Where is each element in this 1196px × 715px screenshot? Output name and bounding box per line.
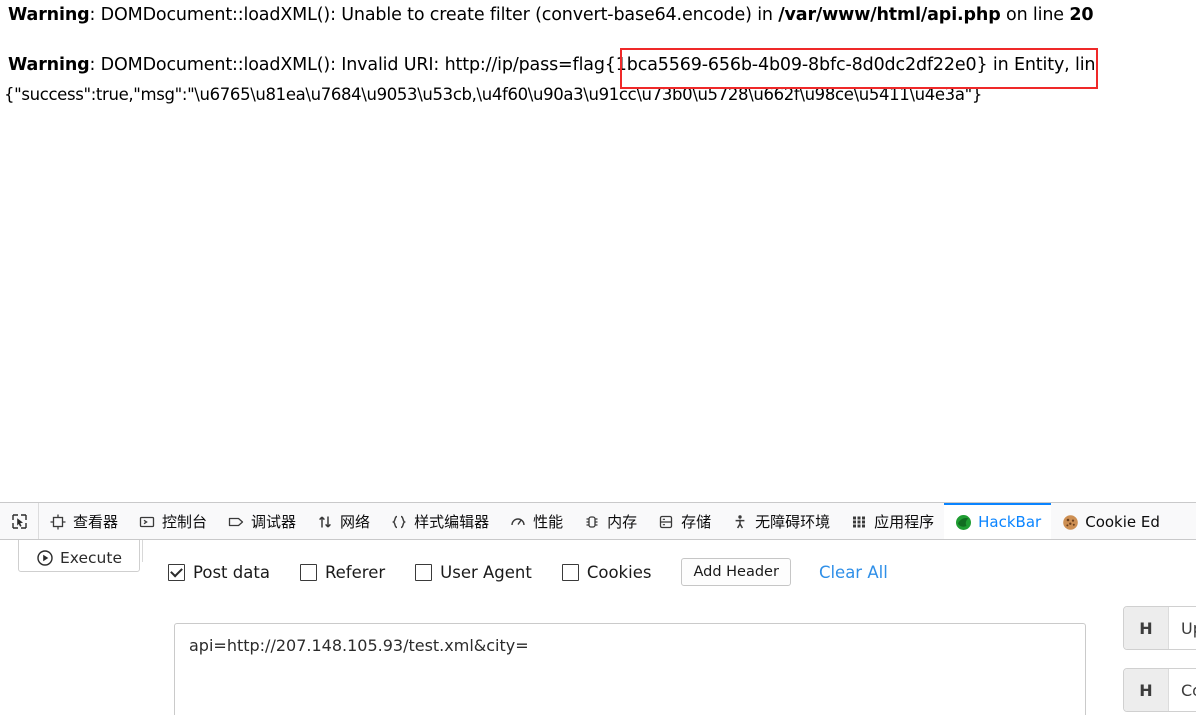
- warning-text-1a: : DOMDocument::loadXML(): Unable to crea…: [89, 5, 779, 25]
- tab-label: 样式编辑器: [414, 512, 490, 531]
- cookie-icon: [1061, 513, 1079, 531]
- tab-label: 控制台: [162, 512, 208, 531]
- checkbox-label: Referer: [324, 562, 386, 582]
- warning-path-1: /var/www/html/api.php: [778, 5, 1001, 25]
- tab-label: 无障碍环境: [755, 512, 831, 531]
- tab-label: 应用程序: [874, 512, 935, 531]
- checkbox-box: [299, 563, 317, 581]
- hackbar-panel: Execute Post data Referer User Agent Coo…: [0, 540, 1196, 715]
- inspector-icon: [49, 513, 67, 531]
- memory-icon: [583, 513, 601, 531]
- php-warning-line-2: Warning: DOMDocument::loadXML(): Invalid…: [8, 55, 1095, 75]
- network-icon: [316, 513, 334, 531]
- checkbox-user-agent[interactable]: User Agent: [415, 563, 532, 582]
- tab-label: 内存: [607, 512, 638, 531]
- hackbar-globe-icon: [954, 513, 972, 531]
- add-header-button[interactable]: Add Header: [681, 558, 791, 586]
- tab-label: 网络: [340, 512, 371, 531]
- tab-label: 查看器: [73, 512, 119, 531]
- side-button-label: Co: [1181, 680, 1196, 700]
- checkbox-box: [561, 563, 579, 581]
- checkbox-label: Cookies: [586, 562, 652, 582]
- style-editor-icon: [390, 513, 408, 531]
- php-warning-output: Warning: DOMDocument::loadXML(): Unable …: [0, 0, 1196, 500]
- hackbar-options-row: Post data Referer User Agent Cookies Add…: [168, 558, 888, 586]
- checkbox-label: Post data: [193, 562, 270, 582]
- tab-accessibility[interactable]: 无障碍环境: [721, 503, 840, 539]
- tab-label: 调试器: [251, 512, 297, 531]
- tab-debugger[interactable]: 调试器: [217, 503, 306, 539]
- tab-label: 性能: [533, 512, 564, 531]
- accessibility-icon: [731, 513, 749, 531]
- checkbox-post-data[interactable]: Post data: [168, 563, 270, 582]
- tab-label: 存储: [681, 512, 712, 531]
- checkbox-box: [415, 563, 433, 581]
- debugger-icon: [227, 513, 245, 531]
- checkbox-box: [168, 563, 185, 581]
- tab-network[interactable]: 网络: [306, 503, 380, 539]
- side-button-label: Up: [1181, 618, 1196, 638]
- checkbox-label: User Agent: [440, 562, 532, 582]
- warning-label-2: Warning: [8, 55, 90, 75]
- tab-storage[interactable]: 存储: [647, 503, 721, 539]
- play-circle-icon: [36, 549, 54, 567]
- performance-icon: [509, 513, 527, 531]
- tab-label: HackBar: [978, 512, 1042, 531]
- application-icon: [850, 513, 868, 531]
- post-data-textarea[interactable]: [174, 623, 1086, 715]
- tab-cookie-editor[interactable]: Cookie Ed: [1051, 503, 1170, 539]
- warning-label-1: Warning: [8, 5, 90, 25]
- tab-memory[interactable]: 内存: [573, 503, 647, 539]
- clear-all-link[interactable]: Clear All: [819, 563, 888, 582]
- execute-button[interactable]: Execute: [18, 540, 140, 572]
- warning-text-2a: : DOMDocument::loadXML(): Invalid URI: h…: [89, 55, 1096, 75]
- checkbox-cookies[interactable]: Cookies: [561, 562, 652, 582]
- tab-inspector[interactable]: 查看器: [39, 503, 128, 539]
- browser-page: Warning: DOMDocument::loadXML(): Unable …: [0, 0, 1196, 715]
- warning-linenum-1: 20: [1069, 5, 1094, 25]
- side-button-convert[interactable]: H Co: [1123, 668, 1196, 712]
- console-icon: [138, 513, 156, 531]
- side-button-prefix: H: [1124, 607, 1169, 649]
- checkbox-referer[interactable]: Referer: [299, 562, 386, 582]
- element-picker-button[interactable]: [0, 503, 39, 539]
- tab-style-editor[interactable]: 样式编辑器: [380, 503, 499, 539]
- tab-performance[interactable]: 性能: [499, 503, 573, 539]
- side-button-group: H Up H Co: [1123, 606, 1196, 712]
- storage-icon: [657, 513, 675, 531]
- tab-label: Cookie Ed: [1085, 512, 1160, 531]
- tab-hackbar[interactable]: HackBar: [944, 503, 1052, 539]
- tab-console[interactable]: 控制台: [128, 503, 217, 539]
- json-response-text: {"success":true,"msg":"\u6765\u81ea\u768…: [4, 85, 982, 104]
- execute-label: Execute: [60, 549, 122, 567]
- warning-text-1b: on line: [1000, 5, 1070, 25]
- toolbar-separator: [142, 540, 143, 562]
- tab-application[interactable]: 应用程序: [840, 503, 944, 539]
- devtools-toolbar: 查看器 控制台 调试器 网络 样式编辑器 性能 内存 存储 无障碍环境 应用程序…: [0, 502, 1196, 540]
- side-button-prefix: H: [1124, 669, 1169, 711]
- element-picker-icon: [10, 512, 28, 530]
- php-warning-line-1: Warning: DOMDocument::loadXML(): Unable …: [8, 5, 1094, 25]
- side-button-upload[interactable]: H Up: [1123, 606, 1196, 650]
